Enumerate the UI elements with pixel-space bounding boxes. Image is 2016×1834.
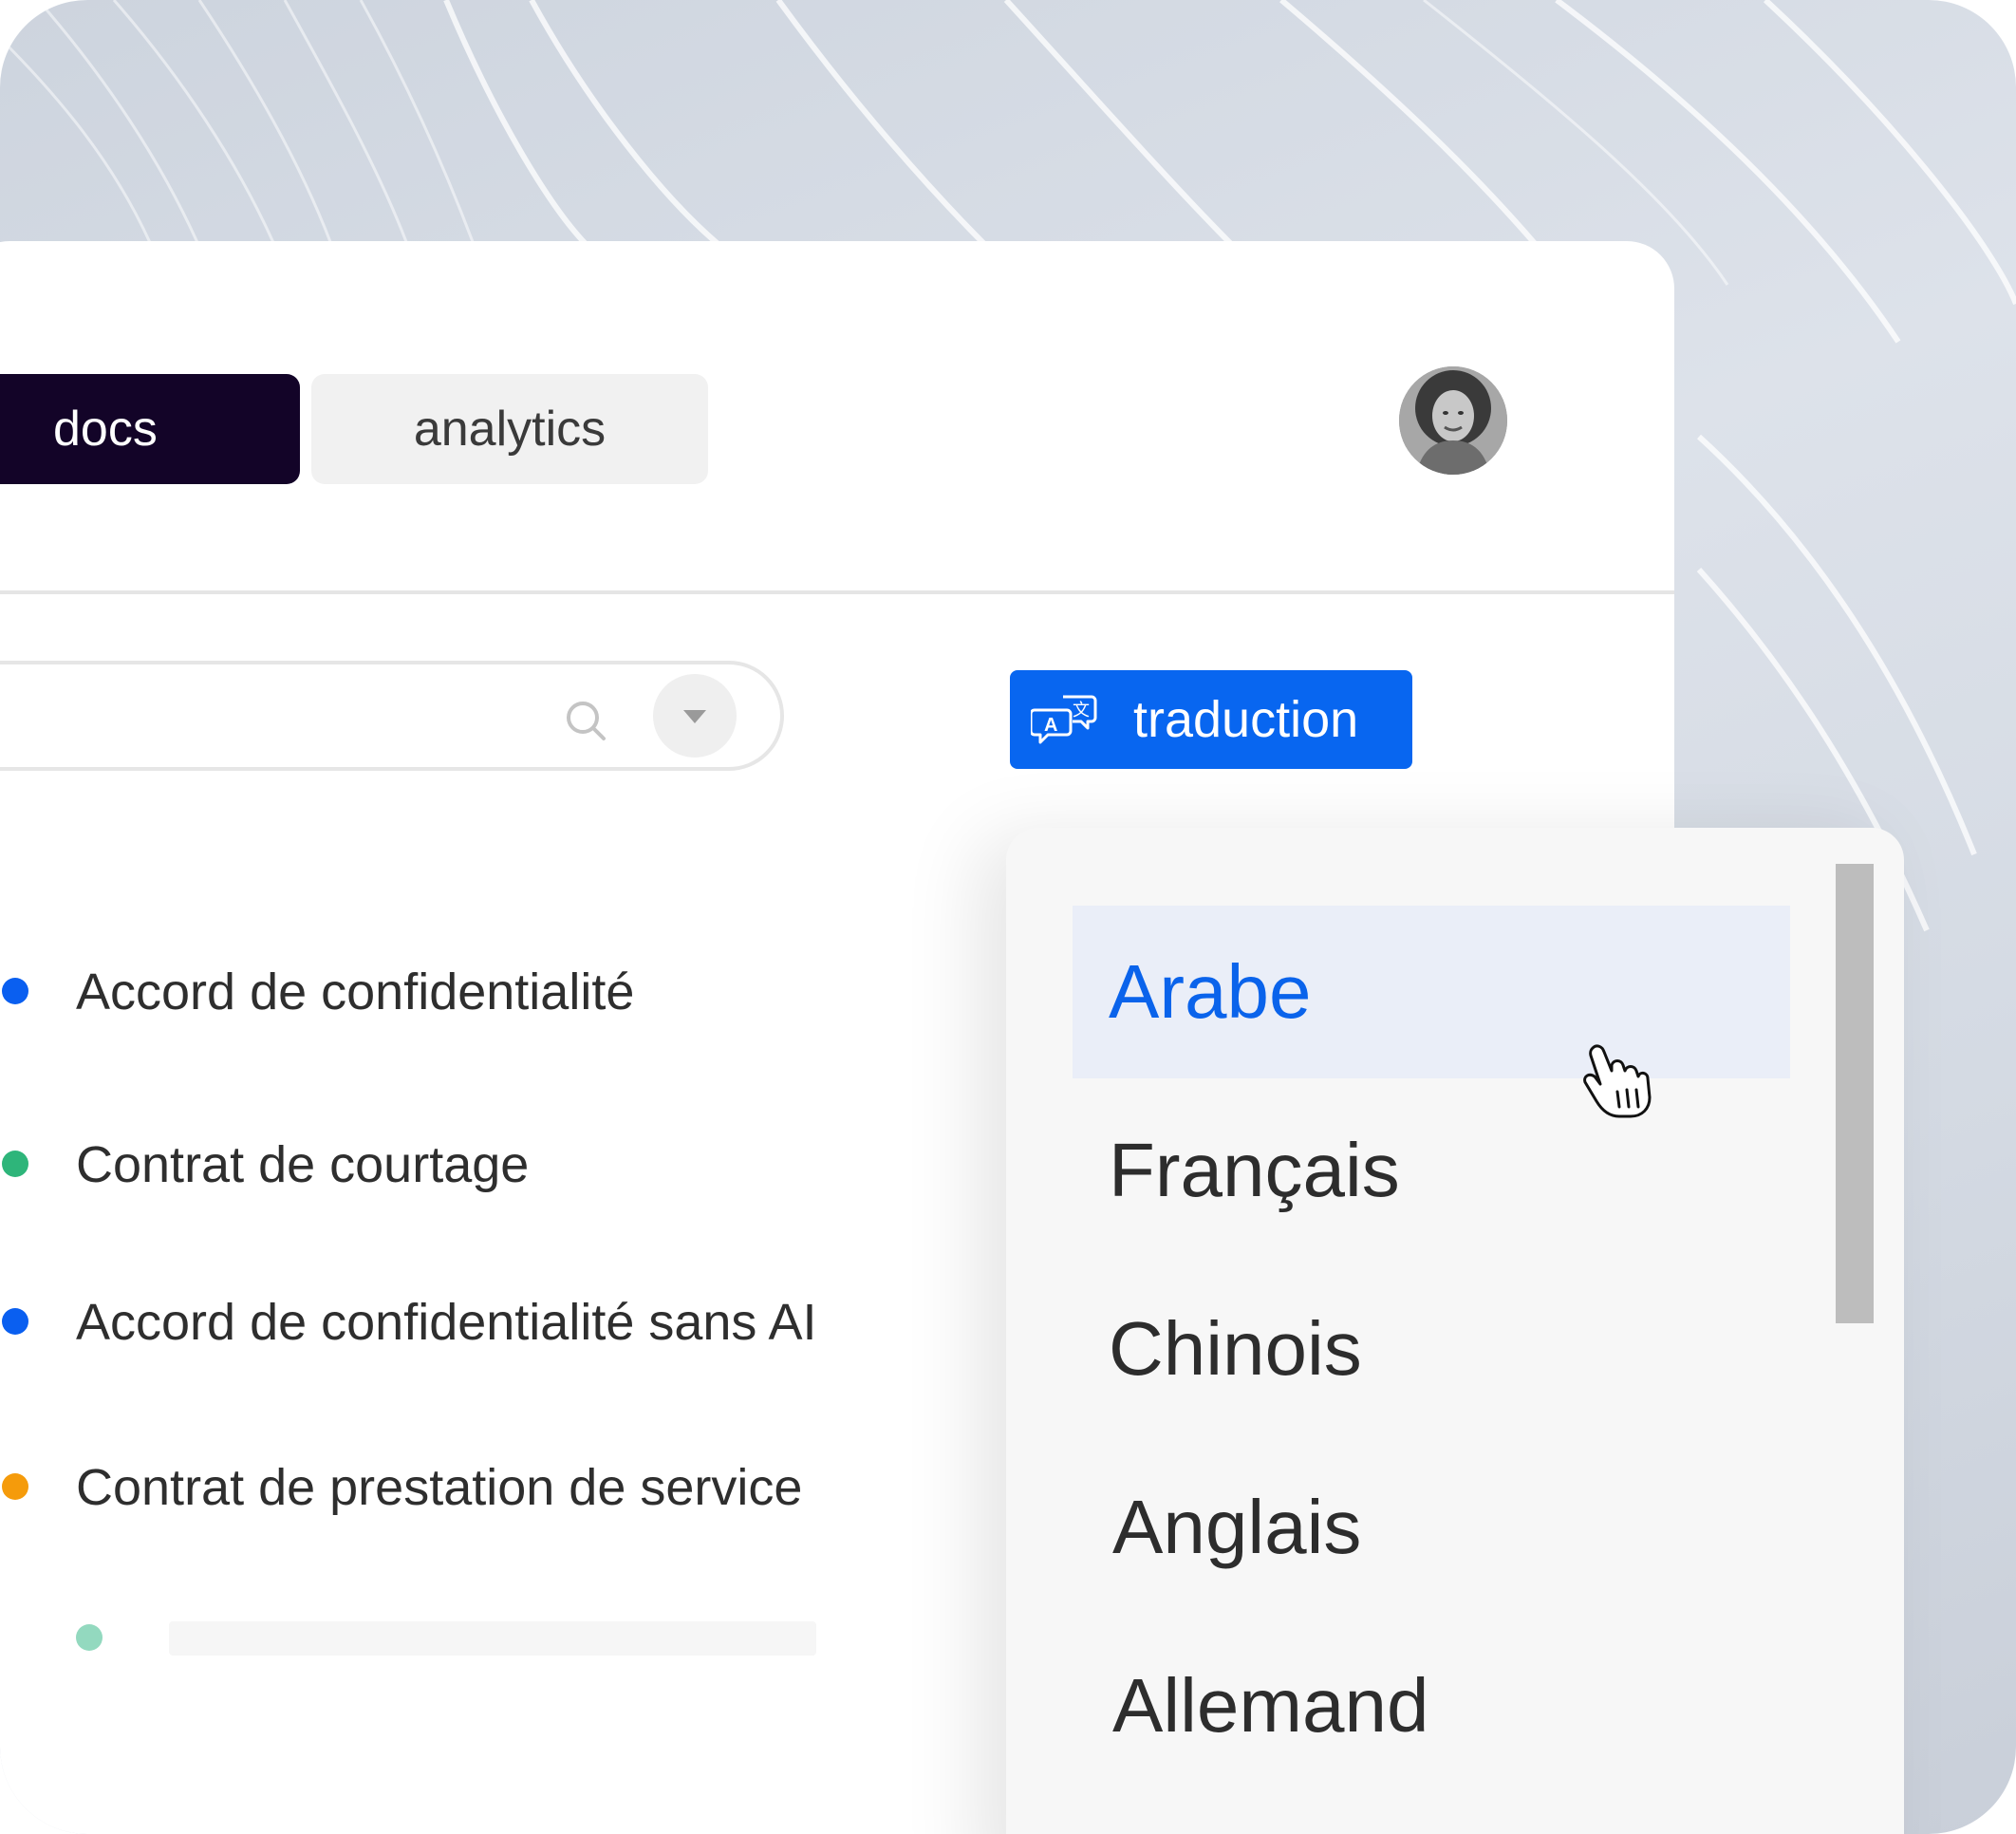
search-filter-dropdown[interactable] (653, 674, 737, 758)
translate-button-label: traduction (1133, 691, 1359, 748)
language-option-chinois[interactable]: Chinois (1073, 1263, 1790, 1435)
document-title: Accord de confidentialité sans AI (76, 1294, 817, 1351)
status-dot (76, 1624, 103, 1651)
language-option-arabe[interactable]: Arabe (1073, 906, 1790, 1078)
tab-docs-label: docs (53, 402, 158, 457)
document-title: Contrat de prestation de service (76, 1459, 803, 1516)
caret-down-icon (683, 710, 706, 723)
translate-icon: A 文 (1031, 695, 1097, 744)
list-fade-overlay (816, 906, 1006, 1834)
svg-text:A: A (1044, 715, 1057, 736)
avatar-image (1399, 366, 1507, 475)
document-title: Contrat de courtage (76, 1136, 530, 1193)
scrollbar-thumb[interactable] (1836, 864, 1874, 1323)
language-option-allemand[interactable]: Allemand (1073, 1619, 1790, 1792)
tab-analytics[interactable]: analytics (311, 374, 708, 484)
list-item[interactable]: Accord de confidentialité sans AI (2, 1289, 817, 1356)
search-icon[interactable] (564, 699, 607, 742)
status-dot (2, 1151, 28, 1177)
language-option-francais[interactable]: Français (1073, 1084, 1790, 1257)
header-divider (0, 590, 1674, 594)
language-label: Anglais (1112, 1485, 1362, 1569)
svg-text:文: 文 (1073, 701, 1090, 720)
language-label: Arabe (1109, 949, 1312, 1034)
status-dot (2, 1308, 28, 1335)
screenshot-stage: docs analytics A 文 traduction Accord de … (0, 0, 2016, 1834)
search-bar[interactable] (0, 661, 784, 771)
status-dot (2, 1473, 28, 1500)
tab-docs[interactable]: docs (0, 374, 300, 484)
loading-placeholder (169, 1621, 816, 1656)
hand-pointer-cursor-icon (1583, 1044, 1652, 1118)
list-item[interactable]: Accord de confidentialité (2, 959, 635, 1025)
language-option-anglais[interactable]: Anglais (1073, 1441, 1790, 1614)
language-label: Français (1109, 1128, 1400, 1212)
user-avatar[interactable] (1399, 366, 1507, 475)
document-title: Accord de confidentialité (76, 964, 635, 1020)
list-item[interactable]: Contrat de prestation de service (2, 1454, 803, 1521)
language-label: Allemand (1112, 1663, 1429, 1748)
translate-button[interactable]: A 文 traduction (1010, 670, 1412, 769)
tab-analytics-label: analytics (413, 402, 607, 457)
language-dropdown[interactable]: Arabe Français Chinois Anglais Allemand (1006, 828, 1904, 1834)
list-item[interactable]: Contrat de courtage (2, 1132, 530, 1198)
language-label: Chinois (1109, 1306, 1362, 1391)
status-dot (2, 978, 28, 1004)
